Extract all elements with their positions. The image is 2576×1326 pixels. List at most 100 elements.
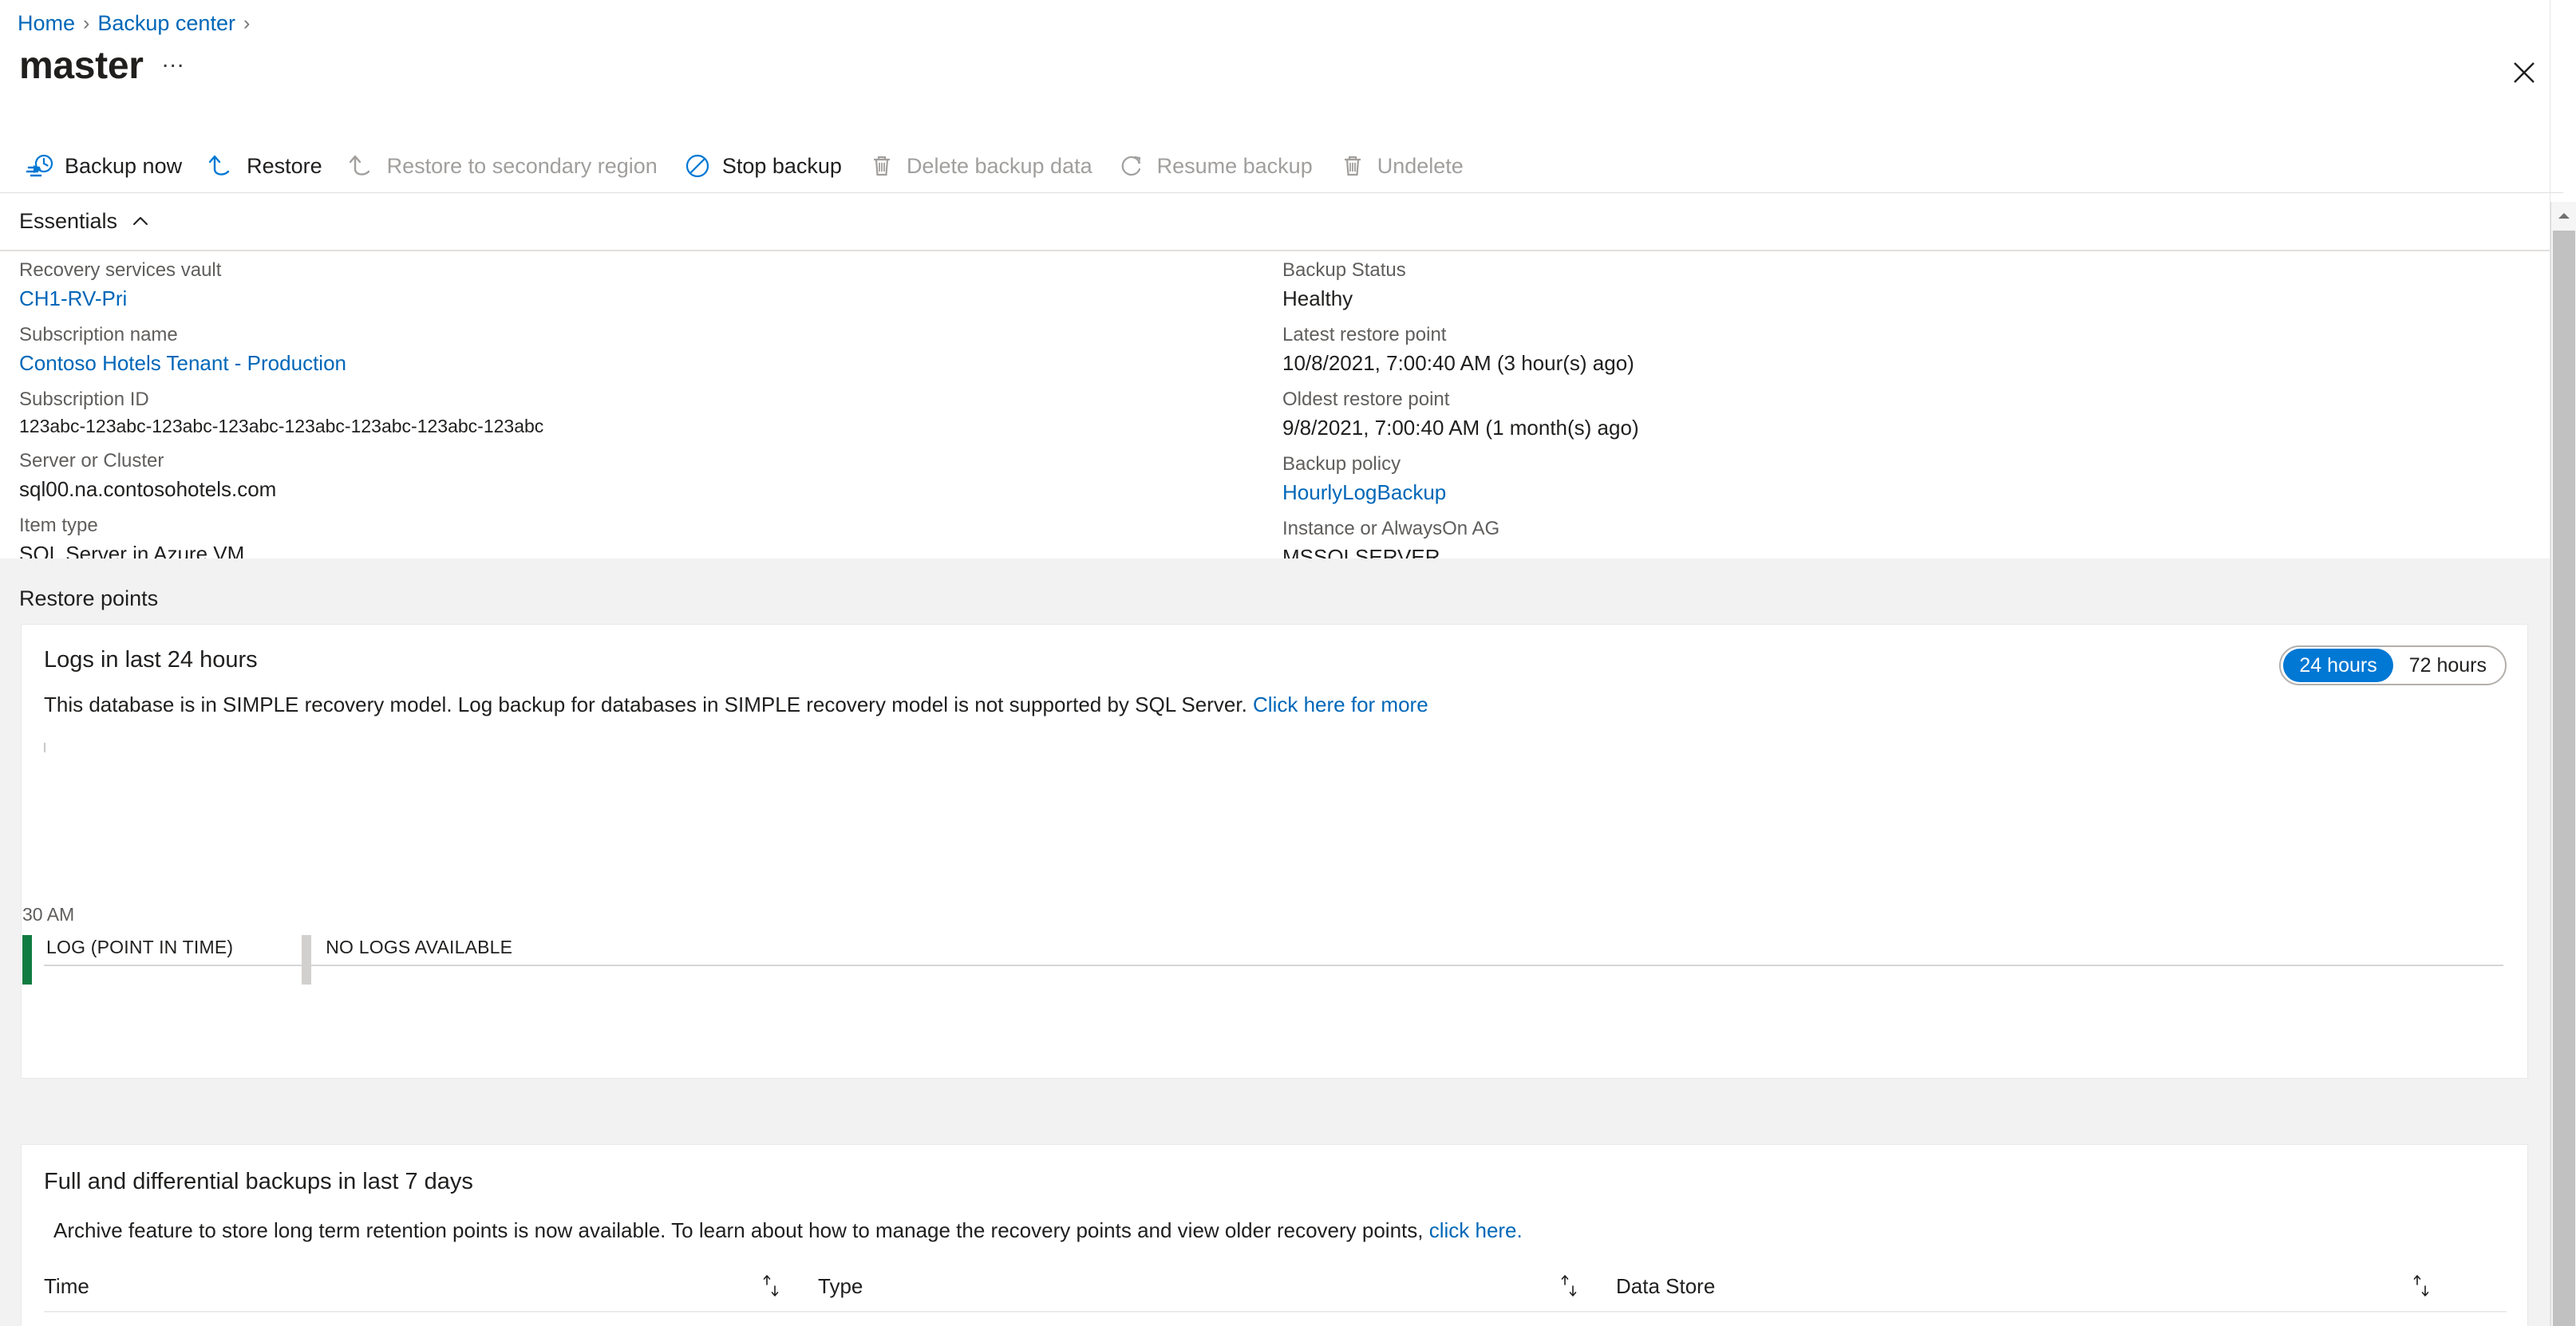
chevron-up-icon-scroll [2558,213,2570,219]
restore-icon [207,152,236,180]
essentials-field-oldest-restore-point: Oldest restore point 9/8/2021, 7:00:40 A… [1282,386,2527,443]
legend-label-no-logs-available: NO LOGS AVAILABLE [326,937,513,957]
essentials-value-vault[interactable]: CH1-RV-Pri [19,284,1264,314]
breadcrumb-item-backup-center[interactable]: Backup center [97,11,235,36]
sort-updown-icon [763,1275,779,1296]
chevron-up-icon [133,216,148,225]
logs-card-title: Logs in last 24 hours [44,647,258,673]
essentials-field-vault: Recovery services vault CH1-RV-Pri [19,257,1264,314]
click-here-for-more-link[interactable]: Click here for more [1253,693,1428,716]
close-icon [2514,62,2535,83]
archive-feature-notice: Archive feature to store long term reten… [53,1218,1523,1243]
full-differential-card: Full and differential backups in last 7 … [21,1144,2528,1326]
chart-legend: LOG (POINT IN TIME) NO LOGS AVAILABLE [22,935,512,985]
restore-button[interactable]: Restore [200,144,340,188]
essentials-field-subscription-id: Subscription ID 123abc-123abc-123abc-123… [19,386,1264,440]
legend-label-log-point-in-time: LOG (POINT IN TIME) [46,937,234,957]
restore-to-secondary-region-button: Restore to secondary region [340,144,675,188]
essentials-field-latest-restore-point: Latest restore point 10/8/2021, 7:00:40 … [1282,322,2527,378]
breadcrumb-separator-icon-2: › [243,11,251,34]
essentials-label-subscription-name: Subscription name [19,323,178,345]
command-bar: Backup now Restore Restore to secondary … [18,140,1481,192]
toggle-option-24-hours[interactable]: 24 hours [2283,649,2393,682]
essentials-value-subscription-name[interactable]: Contoso Hotels Tenant - Production [19,349,1264,378]
delete-backup-data-label: Delete backup data [906,153,1092,178]
resume-backup-button: Resume backup [1110,144,1330,188]
essentials-value-server-or-cluster: sql00.na.contosohotels.com [19,476,277,501]
restore-secondary-icon [348,152,377,180]
page-title: master [19,44,144,87]
essentials-panel: Recovery services vault CH1-RV-Pri Subsc… [0,257,2563,569]
essentials-value-backup-policy[interactable]: HourlyLogBackup [1282,478,2527,507]
page-more-menu-button[interactable]: … [161,46,187,85]
trash-icon-undelete [1338,152,1367,180]
column-header-time[interactable]: Time [44,1274,818,1299]
essentials-field-subscription-name: Subscription name Contoso Hotels Tenant … [19,322,1264,378]
vertical-scrollbar[interactable] [2550,202,2576,1326]
essentials-field-server-or-cluster: Server or Cluster sql00.na.contosohotels… [19,448,1264,504]
column-header-type-label: Type [818,1273,863,1298]
close-blade-button[interactable] [2506,54,2542,91]
column-header-type[interactable]: Type [818,1274,1616,1299]
legend-item-no-logs-available: NO LOGS AVAILABLE [302,935,512,985]
essentials-toggle[interactable]: Essentials [19,209,151,234]
legend-swatch-gray [302,935,312,985]
recovery-points-table: Time Type Data Store [44,1261,2507,1326]
delete-backup-data-button: Delete backup data [859,144,1110,188]
backup-now-icon [26,152,54,180]
command-bar-divider [0,192,2563,193]
breadcrumb: Home › Backup center › [18,8,250,38]
essentials-label-backup-status: Backup Status [1282,259,1406,281]
archive-feature-notice-text: Archive feature to store long term reten… [53,1218,1429,1242]
essentials-right-column: Backup Status Healthy Latest restore poi… [1282,257,2527,580]
scrollbar-thumb[interactable] [2553,231,2575,1326]
legend-swatch-green [22,935,32,985]
table-row[interactable]: 10/8/2021, 7:00:40 AM Full Backup Vault-… [44,1319,2507,1326]
essentials-label-latest-restore-point: Latest restore point [1282,323,1447,345]
essentials-label-vault: Recovery services vault [19,259,222,281]
restore-points-title: Restore points [19,586,159,610]
essentials-value-oldest-restore-point: 9/8/2021, 7:00:40 AM (1 month(s) ago) [1282,416,1639,440]
chart-x-axis-label: 30 AM [22,904,75,925]
toggle-option-72-hours[interactable]: 72 hours [2393,649,2503,682]
simple-recovery-notice: This database is in SIMPLE recovery mode… [44,693,1428,717]
table-header-divider [44,1311,2507,1312]
essentials-label-server-or-cluster: Server or Cluster [19,449,164,472]
full-differential-card-title: Full and differential backups in last 7 … [44,1169,473,1194]
time-range-toggle: 24 hours 72 hours [2279,645,2507,685]
stop-backup-label: Stop backup [721,153,842,178]
archive-click-here-link[interactable]: click here. [1429,1218,1523,1242]
backup-now-label: Backup now [65,153,183,178]
essentials-label-oldest-restore-point: Oldest restore point [1282,388,1450,410]
backup-now-button[interactable]: Backup now [18,144,200,188]
column-header-data-store[interactable]: Data Store [1616,1273,2429,1299]
essentials-label: Essentials [19,209,118,233]
undelete-button: Undelete [1330,144,1481,188]
logs-chart [44,743,2503,966]
restore-to-secondary-region-label: Restore to secondary region [386,153,658,178]
column-header-time-label: Time [44,1273,89,1298]
sort-updown-icon-type [1561,1275,1577,1296]
stop-backup-icon [683,152,712,180]
status-badge: Healthy [1282,286,1353,311]
essentials-label-item-type: Item type [19,514,98,536]
essentials-field-backup-policy: Backup policy HourlyLogBackup [1282,451,2527,507]
trash-icon [867,152,896,180]
undelete-label: Undelete [1377,153,1464,178]
title-row: master … [19,43,187,88]
essentials-label-instance: Instance or AlwaysOn AG [1282,517,1500,539]
column-header-data-store-label: Data Store [1616,1273,1716,1298]
breadcrumb-item-home[interactable]: Home [18,11,75,36]
table-header-row: Time Type Data Store [44,1261,2507,1312]
simple-recovery-notice-text: This database is in SIMPLE recovery mode… [44,693,1254,716]
essentials-left-column: Recovery services vault CH1-RV-Pri Subsc… [19,257,1264,577]
stop-backup-button[interactable]: Stop backup [675,144,859,188]
essentials-label-backup-policy: Backup policy [1282,452,1401,475]
legend-item-log-point-in-time: LOG (POINT IN TIME) [22,935,233,985]
essentials-divider [0,250,2563,251]
resume-backup-label: Resume backup [1156,153,1313,178]
breadcrumb-separator-icon: › [83,11,90,34]
essentials-value-latest-restore-point: 10/8/2021, 7:00:40 AM (3 hour(s) ago) [1282,351,1634,376]
scrollbar-up-arrow-button[interactable] [2551,202,2576,229]
logs-card: Logs in last 24 hours This database is i… [21,624,2528,1079]
